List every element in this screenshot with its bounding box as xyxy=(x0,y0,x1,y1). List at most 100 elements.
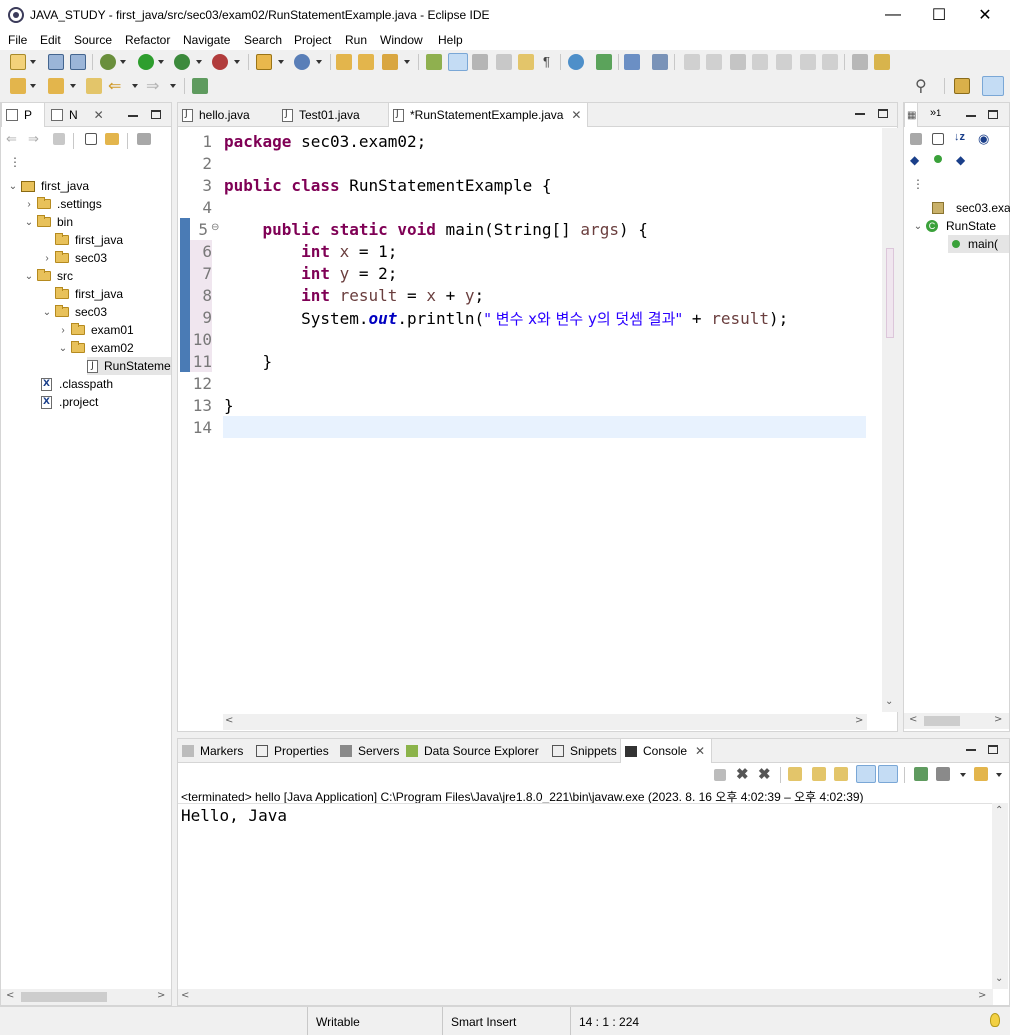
menu-help[interactable]: Help xyxy=(438,33,463,47)
scroll-left-icon[interactable]: < xyxy=(225,715,233,726)
hide-fields-icon[interactable]: ◉ xyxy=(978,131,989,147)
maximize-icon[interactable] xyxy=(988,745,998,754)
tree-item-folder[interactable]: first_java xyxy=(41,285,123,303)
minimize-icon[interactable] xyxy=(966,115,976,117)
minimize-window-button[interactable]: — xyxy=(870,0,916,30)
outline-item-package[interactable]: sec03.exa xyxy=(932,199,1010,217)
server-icon[interactable] xyxy=(596,54,612,70)
word-wrap-icon[interactable] xyxy=(496,54,512,70)
menu-navigate[interactable]: Navigate xyxy=(183,33,230,47)
open-console-dropdown-icon[interactable] xyxy=(996,773,1002,777)
minimize-icon[interactable] xyxy=(855,113,865,115)
word-wrap-console-icon[interactable] xyxy=(834,767,848,781)
hide-non-public-icon[interactable] xyxy=(934,155,942,163)
chevron-down-icon[interactable]: ⌄ xyxy=(41,307,53,318)
close-icon[interactable]: ✕ xyxy=(695,744,705,758)
terminate-icon[interactable] xyxy=(714,769,726,781)
tab-markers[interactable]: Markers xyxy=(178,739,243,763)
debug-icon[interactable] xyxy=(100,54,116,70)
display-console-dropdown-icon[interactable] xyxy=(960,773,966,777)
display-selected-console-icon[interactable] xyxy=(936,767,950,781)
console-vscrollbar[interactable]: ⌃ ⌄ xyxy=(992,803,1008,989)
menu-search[interactable]: Search xyxy=(244,33,282,47)
use-step-filters-icon[interactable] xyxy=(874,54,890,70)
terminate-icon[interactable] xyxy=(730,54,746,70)
scroll-down-icon[interactable]: ⌄ xyxy=(885,696,893,707)
new-java-project-dropdown-icon[interactable] xyxy=(278,60,284,64)
save-icon[interactable] xyxy=(48,54,64,70)
scroll-up-icon[interactable]: ⌃ xyxy=(995,805,1003,816)
coverage-icon[interactable] xyxy=(174,54,190,70)
scroll-left-icon[interactable]: < xyxy=(181,990,189,1001)
scroll-left-icon[interactable]: < xyxy=(909,714,917,725)
show-on-stdout-icon[interactable] xyxy=(856,765,876,783)
scroll-left-icon[interactable]: < xyxy=(6,990,14,1001)
menu-project[interactable]: Project xyxy=(294,33,331,47)
link-with-editor-icon[interactable] xyxy=(105,133,119,145)
breadcrumb-icon[interactable] xyxy=(518,54,534,70)
tip-lightbulb-icon[interactable] xyxy=(990,1013,1000,1027)
external-tools-dropdown-icon[interactable] xyxy=(234,60,240,64)
tree-item-folder[interactable]: › .settings xyxy=(23,195,102,213)
fold-minus-icon[interactable]: ⊖ xyxy=(211,222,219,233)
console-output-area[interactable]: Hello, Java xyxy=(178,803,993,989)
tab-outline[interactable]: ▦ xyxy=(904,103,918,127)
sort-icon[interactable]: ↓z xyxy=(954,131,965,143)
new-java-project-icon[interactable] xyxy=(256,54,272,70)
minimize-icon[interactable] xyxy=(128,115,138,117)
java-perspective-icon[interactable] xyxy=(982,76,1004,96)
remove-all-terminated-icon[interactable]: ✖ xyxy=(758,765,771,783)
run-dropdown-icon[interactable] xyxy=(158,60,164,64)
tab-snippets[interactable]: Snippets xyxy=(548,739,617,763)
open-task-icon[interactable] xyxy=(358,54,374,70)
minimize-icon[interactable] xyxy=(966,749,976,751)
scroll-right-icon[interactable]: > xyxy=(157,990,165,1001)
web-browser-icon[interactable] xyxy=(568,54,584,70)
external-tools-icon[interactable] xyxy=(212,54,228,70)
outline-hscrollbar[interactable]: < > xyxy=(904,713,1009,729)
tree-item-file[interactable]: X .project xyxy=(41,393,98,411)
disconnect-icon[interactable] xyxy=(752,54,768,70)
menu-refactor[interactable]: Refactor xyxy=(125,33,170,47)
skip-breakpoints-icon[interactable] xyxy=(652,54,668,70)
clear-console-icon[interactable] xyxy=(788,767,802,781)
editor-hscrollbar[interactable]: < > xyxy=(223,714,867,730)
console-hscrollbar[interactable]: < > xyxy=(178,989,993,1005)
annotation-icon[interactable] xyxy=(426,54,442,70)
editor-vscrollbar[interactable]: ⌄ xyxy=(882,128,898,712)
last-edit-location-icon[interactable] xyxy=(86,78,102,94)
chevron-down-icon[interactable]: ⌄ xyxy=(7,181,19,192)
tree-item-folder[interactable]: ⌄ bin xyxy=(23,213,73,231)
overflow-tabs-indicator[interactable]: »1 xyxy=(930,107,941,119)
tree-item-folder[interactable]: first_java xyxy=(41,231,123,249)
menu-file[interactable]: File xyxy=(8,33,27,47)
close-window-button[interactable]: ✕ xyxy=(962,0,1008,30)
collapse-all-icon[interactable] xyxy=(85,133,97,145)
resume-icon[interactable] xyxy=(684,54,700,70)
chevron-right-icon[interactable]: › xyxy=(41,253,53,264)
open-perspective-icon[interactable] xyxy=(954,78,970,94)
forward-dropdown-icon[interactable] xyxy=(170,84,176,88)
menu-source[interactable]: Source xyxy=(74,33,112,47)
up-icon[interactable] xyxy=(53,133,65,145)
tab-runstatementexample-java[interactable]: *RunStatementExample.java ✕ xyxy=(388,103,588,127)
menu-edit[interactable]: Edit xyxy=(40,33,61,47)
previous-annotation-dropdown-icon[interactable] xyxy=(70,84,76,88)
left-panel-hscrollbar[interactable]: < > xyxy=(1,989,171,1005)
forward-nav-icon[interactable]: ⇒ xyxy=(28,131,39,147)
forward-arrow-icon[interactable]: ⇒ xyxy=(146,76,159,96)
outline-item-method[interactable]: main( xyxy=(948,235,1009,253)
scroll-lock-icon[interactable] xyxy=(812,767,826,781)
tab-package-explorer[interactable]: P xyxy=(1,103,45,127)
tree-item-folder[interactable]: ⌄ src xyxy=(23,267,73,285)
coverage-dropdown-icon[interactable] xyxy=(196,60,202,64)
open-type-icon[interactable] xyxy=(336,54,352,70)
previous-annotation-icon[interactable] xyxy=(48,78,64,94)
outline-item-class[interactable]: ⌄ C RunState xyxy=(912,217,996,235)
hide-local-types-icon[interactable]: ◆ xyxy=(956,153,965,167)
new-java-class-icon[interactable] xyxy=(294,54,310,70)
console-toolbar-icon[interactable] xyxy=(624,54,640,70)
drop-to-frame-icon[interactable] xyxy=(852,54,868,70)
chevron-down-icon[interactable]: ⌄ xyxy=(23,217,35,228)
show-on-stderr-icon[interactable] xyxy=(878,765,898,783)
